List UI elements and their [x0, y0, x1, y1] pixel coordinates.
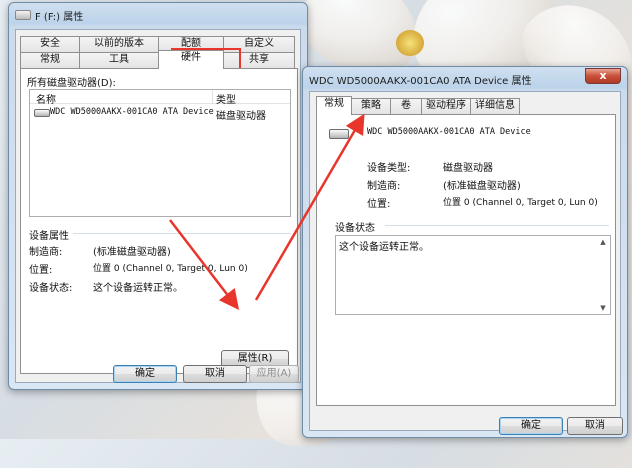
annotation-arrows — [169, 113, 365, 310]
tab-hardware[interactable]: 硬件 — [158, 50, 224, 69]
arrow-to-policies-tab — [254, 113, 365, 301]
arrow-to-properties-button — [169, 219, 240, 310]
tab-general[interactable]: 常规 — [316, 96, 352, 115]
